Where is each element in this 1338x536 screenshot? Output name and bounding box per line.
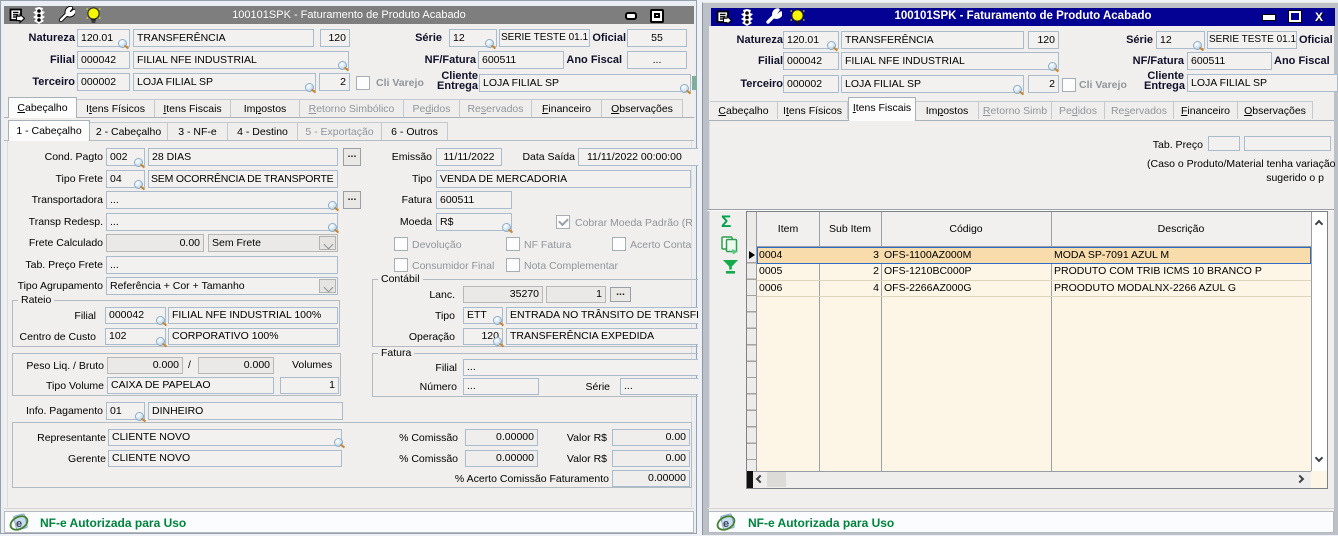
svg-text:e: e (723, 518, 729, 530)
svg-text:e: e (16, 518, 22, 530)
